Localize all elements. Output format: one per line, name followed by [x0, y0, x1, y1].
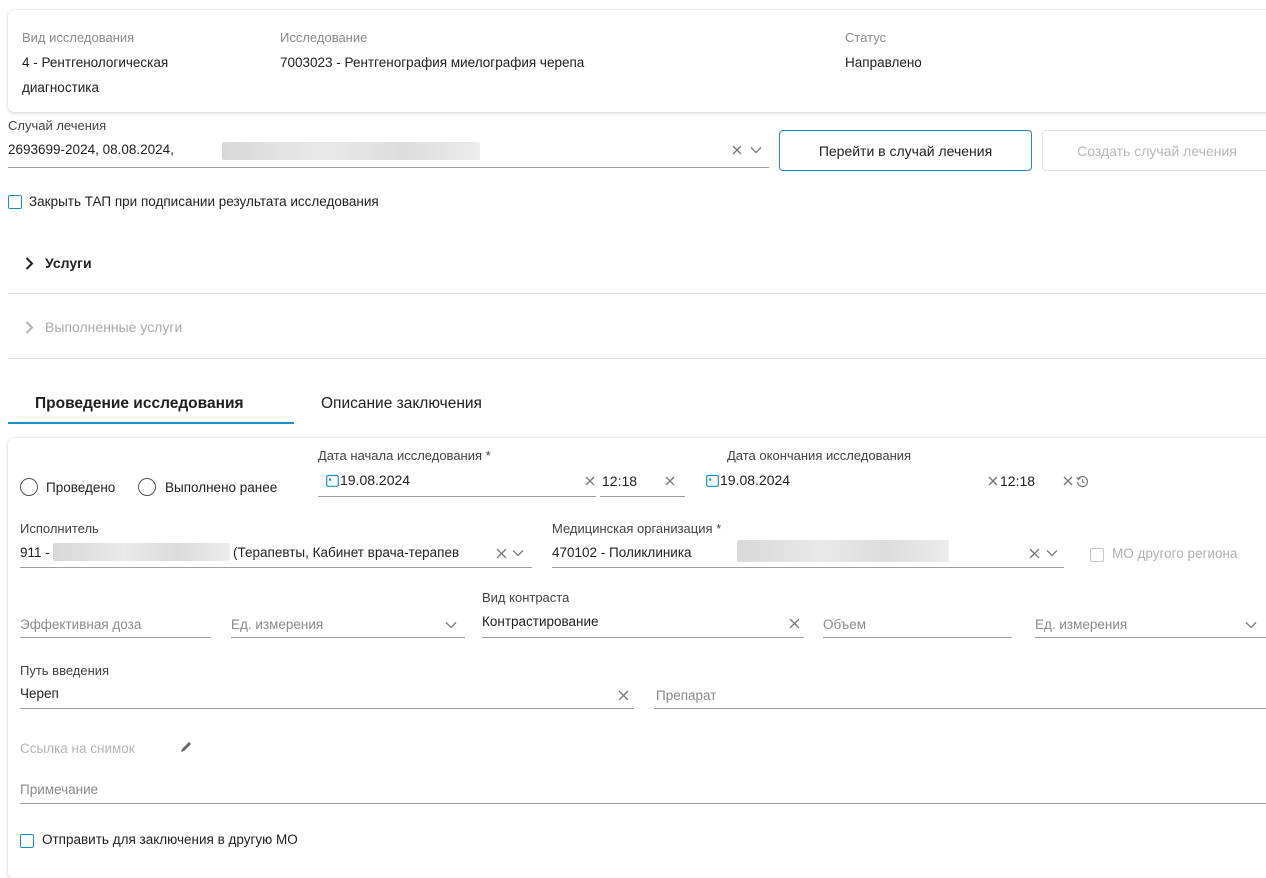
drug-input[interactable]: Препарат: [656, 688, 716, 703]
close-icon[interactable]: [494, 546, 508, 560]
calendar-icon[interactable]: [325, 473, 339, 487]
study-type-value-line1: 4 - Рентгенологическая: [22, 55, 169, 70]
chevron-down-icon[interactable]: [444, 618, 458, 632]
close-icon[interactable]: [616, 688, 630, 702]
redacted-text: [737, 540, 949, 562]
volume-underline: [823, 637, 1012, 638]
treatment-case-label: Случай лечения: [8, 118, 107, 133]
redacted-text: [222, 142, 480, 160]
pencil-icon[interactable]: [176, 737, 196, 757]
close-icon[interactable]: [787, 616, 801, 630]
start-time-input[interactable]: 12:18: [602, 473, 637, 489]
route-label: Путь введения: [20, 663, 110, 678]
treatment-case-underline: [8, 167, 769, 168]
close-tap-label[interactable]: Закрыть ТАП при подписании результата ис…: [29, 194, 379, 209]
close-icon[interactable]: [1027, 546, 1041, 560]
note-input[interactable]: Примечание: [20, 782, 98, 797]
close-icon[interactable]: [583, 474, 597, 488]
contrast-type-label: Вид контраста: [482, 590, 570, 605]
radio-done[interactable]: [20, 478, 38, 496]
end-date-input[interactable]: 19.08.2024: [720, 472, 790, 488]
chevron-down-icon[interactable]: [511, 546, 525, 560]
chevron-down-icon[interactable]: [749, 143, 763, 157]
study-type-value-line2: диагностика: [22, 80, 99, 95]
close-icon[interactable]: [663, 474, 677, 488]
executor-underline: [20, 567, 532, 568]
executor-value-prefix[interactable]: 911 -: [20, 545, 50, 560]
create-treatment-case-button[interactable]: Создать случай лечения: [1042, 130, 1266, 171]
close-icon[interactable]: [986, 474, 1000, 488]
radio-done-earlier-label[interactable]: Выполнено ранее: [165, 480, 277, 495]
end-time-input[interactable]: 12:18: [1000, 473, 1035, 489]
other-region-label[interactable]: МО другого региона: [1112, 546, 1237, 561]
contrast-type-underline: [482, 637, 804, 638]
effective-dose-input[interactable]: Эффективная доза: [20, 617, 141, 632]
goto-treatment-case-button[interactable]: Перейти в случай лечения: [779, 130, 1032, 171]
radio-done-label[interactable]: Проведено: [46, 480, 115, 495]
route-underline: [20, 708, 634, 709]
medical-organization-label: Медицинская организация *: [552, 521, 722, 536]
dose-unit-select[interactable]: Ед. измерения: [231, 617, 323, 632]
history-icon[interactable]: [1074, 473, 1090, 489]
end-date-label: Дата окончания исследования: [727, 448, 912, 463]
volume-input[interactable]: Объем: [823, 617, 866, 632]
medical-organization-value[interactable]: 470102 - Поликлиника: [552, 545, 692, 560]
chevron-right-icon[interactable]: [22, 320, 36, 334]
chevron-down-icon[interactable]: [1045, 546, 1059, 560]
dose-unit-underline: [231, 637, 465, 638]
start-date-underline: [318, 496, 596, 497]
contrast-type-value[interactable]: Контрастирование: [482, 614, 599, 629]
send-other-mo-checkbox[interactable]: [20, 834, 34, 848]
start-date-input[interactable]: 19.08.2024: [340, 472, 410, 488]
calendar-icon[interactable]: [705, 473, 719, 487]
study-value: 7003023 - Рентгенография миелография чер…: [280, 55, 585, 70]
start-date-label: Дата начала исследования *: [318, 448, 491, 463]
treatment-case-value[interactable]: 2693699-2024, 08.08.2024,: [8, 142, 174, 157]
medical-organization-underline: [552, 567, 1064, 568]
chevron-down-icon[interactable]: [1244, 618, 1258, 632]
close-tap-checkbox[interactable]: [8, 195, 22, 209]
route-value[interactable]: Череп: [20, 686, 59, 701]
chevron-right-icon[interactable]: [22, 256, 36, 270]
other-region-checkbox[interactable]: [1090, 548, 1104, 562]
study-info-card: Вид исследования 4 - Рентгенологическая …: [8, 10, 1266, 112]
divider: [8, 358, 1266, 359]
services-section-title[interactable]: Услуги: [45, 255, 92, 271]
start-time-underline: [600, 496, 685, 497]
active-tab-indicator: [8, 422, 294, 424]
note-underline: [20, 803, 1266, 804]
volume-unit-select[interactable]: Ед. измерения: [1035, 617, 1127, 632]
study-label: Исследование: [280, 30, 368, 45]
close-icon[interactable]: [730, 143, 744, 157]
divider: [8, 293, 1266, 294]
radio-done-earlier[interactable]: [138, 478, 156, 496]
close-icon[interactable]: [1061, 474, 1075, 488]
status-value: Направлено: [845, 55, 922, 70]
executor-value-suffix[interactable]: (Терапевты, Кабинет врача-терапев: [233, 545, 489, 560]
effective-dose-underline: [20, 637, 211, 638]
performed-services-section-title[interactable]: Выполненные услуги: [45, 319, 182, 335]
tab-study-conduct[interactable]: Проведение исследования: [35, 395, 244, 413]
study-type-label: Вид исследования: [22, 30, 135, 45]
study-form-card: [8, 438, 1266, 878]
send-other-mo-label[interactable]: Отправить для заключения в другую МО: [42, 832, 298, 847]
volume-unit-underline: [1035, 637, 1266, 638]
tab-conclusion-description[interactable]: Описание заключения: [321, 395, 482, 413]
executor-label: Исполнитель: [20, 521, 99, 536]
image-link-label: Ссылка на снимок: [20, 741, 135, 756]
drug-underline: [654, 708, 1266, 709]
redacted-text: [53, 543, 230, 561]
status-label: Статус: [845, 30, 887, 45]
